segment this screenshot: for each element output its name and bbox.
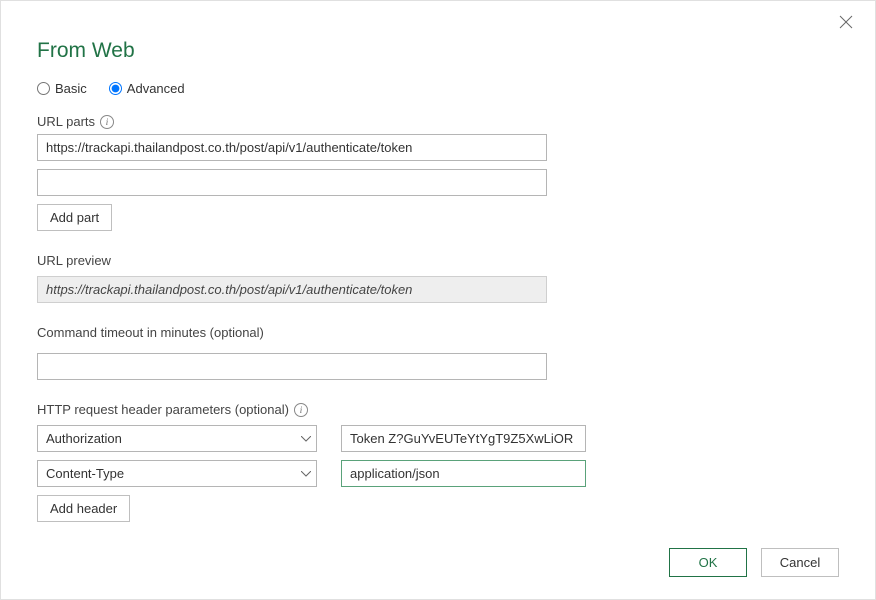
headers-label-row: HTTP request header parameters (optional… <box>37 402 839 417</box>
url-preview-label: URL preview <box>37 253 839 268</box>
radio-basic-input[interactable] <box>37 82 50 95</box>
headers-label: HTTP request header parameters (optional… <box>37 402 289 417</box>
url-parts-label-row: URL parts i <box>37 114 839 129</box>
info-icon: i <box>100 115 114 129</box>
url-preview-box: https://trackapi.thailandpost.co.th/post… <box>37 276 547 303</box>
close-button[interactable] <box>839 15 857 33</box>
radio-advanced[interactable]: Advanced <box>109 81 185 96</box>
timeout-input[interactable] <box>37 353 547 380</box>
header-name-combo-0[interactable] <box>37 425 317 452</box>
dialog-footer: OK Cancel <box>669 548 839 577</box>
close-icon <box>839 15 853 29</box>
radio-basic[interactable]: Basic <box>37 81 87 96</box>
header-row-0 <box>37 425 839 452</box>
radio-advanced-label: Advanced <box>127 81 185 96</box>
add-header-button[interactable]: Add header <box>37 495 130 522</box>
info-icon: i <box>294 403 308 417</box>
mode-radio-group: Basic Advanced <box>37 81 839 96</box>
add-part-button[interactable]: Add part <box>37 204 112 231</box>
ok-button[interactable]: OK <box>669 548 747 577</box>
url-part-input-1[interactable] <box>37 169 547 196</box>
cancel-button[interactable]: Cancel <box>761 548 839 577</box>
header-row-1 <box>37 460 839 487</box>
timeout-label: Command timeout in minutes (optional) <box>37 325 839 340</box>
header-value-input-0[interactable] <box>341 425 586 452</box>
dialog-title: From Web <box>37 39 839 63</box>
url-part-input-0[interactable] <box>37 134 547 161</box>
radio-basic-label: Basic <box>55 81 87 96</box>
radio-advanced-input[interactable] <box>109 82 122 95</box>
header-value-input-1[interactable] <box>341 460 586 487</box>
header-name-input-0[interactable] <box>37 425 317 452</box>
url-parts-label: URL parts <box>37 114 95 129</box>
header-name-input-1[interactable] <box>37 460 317 487</box>
url-parts-list <box>37 134 839 196</box>
header-name-combo-1[interactable] <box>37 460 317 487</box>
